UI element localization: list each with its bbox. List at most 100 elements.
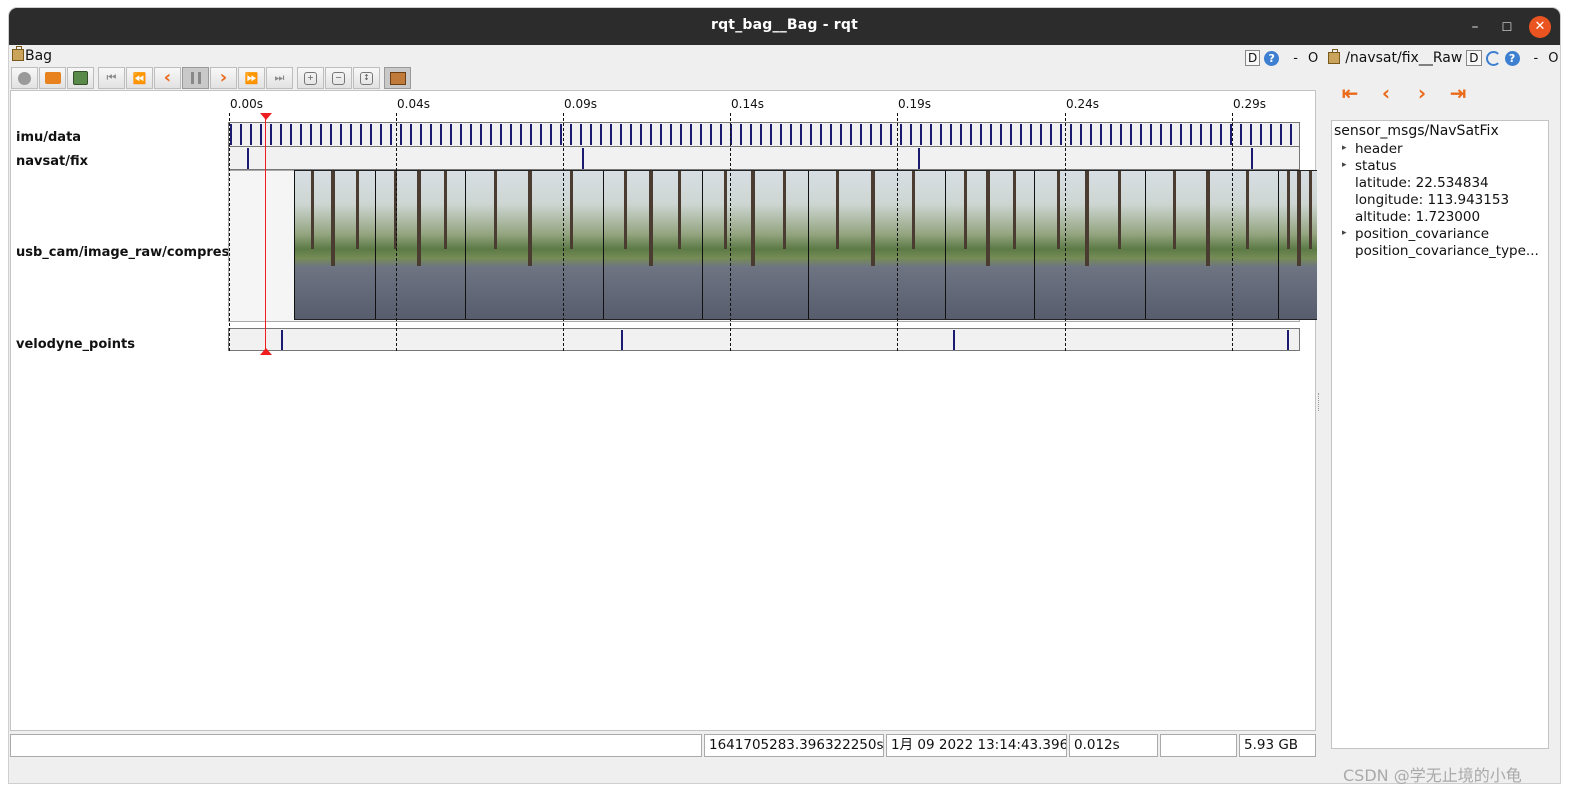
playhead-top-marker[interactable] (260, 113, 272, 120)
playhead[interactable] (265, 114, 266, 351)
velodyne-track[interactable] (228, 328, 1300, 351)
field-altitude[interactable]: altitude: 1.723000 (1355, 209, 1480, 225)
image-thumbnail[interactable] (1278, 171, 1317, 319)
first-message-button[interactable]: ⇤ (1339, 82, 1361, 104)
thumbnails-button[interactable] (384, 67, 411, 89)
topic-label-velodyne[interactable]: velodyne_points (16, 337, 135, 352)
image-thumbnail[interactable] (603, 171, 702, 319)
message-tick (550, 124, 552, 145)
message-tick (480, 124, 482, 145)
image-thumbnail[interactable] (294, 171, 375, 319)
grid-line (563, 113, 564, 351)
fast-forward-button[interactable]: ⏩ (238, 67, 265, 89)
expand-header-icon[interactable]: ▸ (1342, 143, 1347, 153)
d-button[interactable]: D (1245, 50, 1261, 66)
field-position-covariance[interactable]: position_covariance (1355, 226, 1489, 242)
field-header[interactable]: header (1355, 141, 1403, 157)
timeline-panel[interactable]: 0.00s 0.04s 0.09s 0.14s 0.19s 0.24s 0.29… (10, 90, 1317, 731)
zoom-out-button[interactable]: − (325, 67, 352, 89)
tree-trunk (678, 171, 681, 249)
tree-trunk (331, 171, 335, 266)
image-thumbnail[interactable] (945, 171, 1034, 319)
minimize-button[interactable]: – (1464, 16, 1486, 38)
float-plugin2-button[interactable]: O (1548, 51, 1558, 66)
image-thumbnail[interactable] (702, 171, 808, 319)
tree-trunk (528, 171, 532, 266)
image-thumbnail[interactable] (808, 171, 945, 319)
playhead-bottom-marker[interactable] (260, 348, 272, 355)
maximize-button[interactable]: ☐ (1496, 16, 1518, 38)
open-button[interactable] (39, 67, 66, 89)
step-forward-button[interactable]: › (210, 67, 237, 89)
expand-status-icon[interactable]: ▸ (1342, 160, 1347, 170)
field-status[interactable]: status (1355, 158, 1396, 174)
message-tick (1030, 124, 1032, 145)
message-tick (520, 124, 522, 145)
minimize-plugin-button[interactable]: - (1293, 51, 1298, 66)
message-tick (470, 124, 472, 145)
message-tick (970, 124, 972, 145)
last-message-button[interactable]: ⇥ (1447, 82, 1469, 104)
tree-trunk (1057, 171, 1060, 249)
message-tick (390, 124, 392, 145)
record-button[interactable] (11, 67, 38, 89)
message-tick (590, 124, 592, 145)
topic-label-navsat[interactable]: navsat/fix (16, 154, 88, 169)
image-thumbnail[interactable] (465, 171, 603, 319)
topic-label-imu[interactable]: imu/data (16, 130, 81, 145)
field-longitude[interactable]: longitude: 113.943153 (1355, 192, 1509, 208)
tree-trunk (1013, 171, 1016, 249)
message-tick (610, 124, 612, 145)
pause-button[interactable] (182, 67, 209, 89)
image-thumbnail-strip[interactable] (294, 170, 1317, 320)
go-to-end-button[interactable]: ⏭ (266, 67, 293, 89)
message-tick (1220, 124, 1222, 145)
message-tick (930, 124, 932, 145)
message-tick (240, 124, 242, 145)
tree-trunk (1309, 171, 1312, 249)
message-tick (840, 124, 842, 145)
reload-icon[interactable] (1485, 50, 1501, 66)
image-thumbnail[interactable] (375, 171, 465, 319)
save-button[interactable] (67, 67, 94, 89)
panel-splitter[interactable] (1318, 393, 1320, 411)
message-tick (1120, 124, 1122, 145)
message-tick (770, 124, 772, 145)
imu-track[interactable] (228, 122, 1300, 147)
tree-trunk (311, 171, 314, 249)
tree-trunk (783, 171, 786, 249)
tree-trunk (724, 171, 727, 249)
field-latitude[interactable]: latitude: 22.534834 (1355, 175, 1489, 191)
topic-label-image[interactable]: usb_cam/image_raw/compressed (16, 245, 255, 260)
message-tick (880, 124, 882, 145)
message-type[interactable]: sensor_msgs/NavSatFix (1334, 123, 1499, 139)
message-tree[interactable]: sensor_msgs/NavSatFix ▸ header ▸ status … (1331, 120, 1549, 749)
help2-icon[interactable]: ? (1504, 50, 1520, 66)
prev-message-button[interactable]: ‹ (1375, 82, 1397, 104)
message-tick (1280, 124, 1282, 145)
raw-plugin-label: /navsat/fix__Raw (1345, 50, 1463, 66)
field-position-covariance-type[interactable]: position_covariance_type... (1355, 243, 1539, 259)
zoom-fit-button[interactable]: ↕ (353, 67, 380, 89)
d2-button[interactable]: D (1466, 50, 1482, 66)
close-button[interactable]: ✕ (1529, 16, 1551, 38)
help-icon[interactable]: ? (1264, 50, 1280, 66)
next-message-button[interactable]: › (1411, 82, 1433, 104)
step-back-button[interactable]: ‹ (154, 67, 181, 89)
zoom-in-button[interactable]: + (297, 67, 324, 89)
image-thumbnail[interactable] (1145, 171, 1278, 319)
message-tick (850, 124, 852, 145)
message-tick (560, 124, 562, 145)
message-tick (1160, 124, 1162, 145)
tick-label: 0.19s (898, 97, 931, 111)
tree-trunk (1118, 171, 1121, 249)
minimize-plugin2-button[interactable]: - (1534, 51, 1539, 66)
expand-covariance-icon[interactable]: ▸ (1342, 228, 1347, 238)
status-date: 1月 09 2022 13:14:43.396 (886, 734, 1067, 757)
navsat-track[interactable] (228, 146, 1300, 170)
rewind-button[interactable]: ⏪ (126, 67, 153, 89)
go-to-begin-button[interactable]: ⏮ (98, 67, 125, 89)
float-plugin-button[interactable]: O (1308, 51, 1318, 66)
tree-trunk (1287, 171, 1290, 249)
image-thumbnail[interactable] (1034, 171, 1145, 319)
